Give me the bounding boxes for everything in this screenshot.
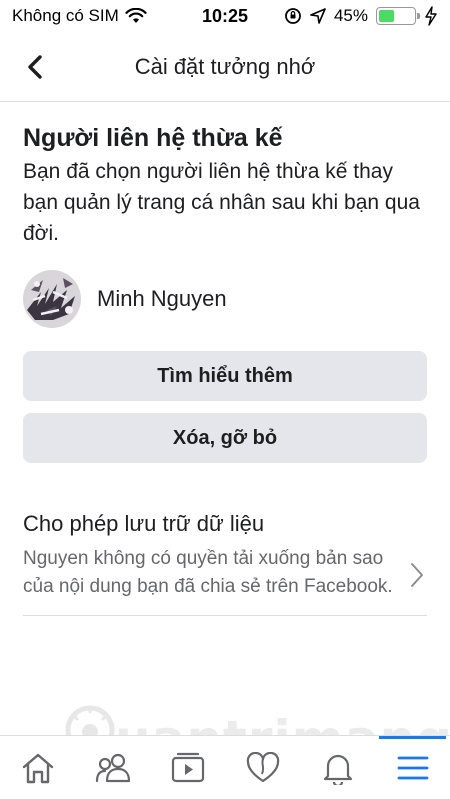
menu-icon — [397, 756, 428, 779]
permission-description: Nguyen không có quyền tải xuống bản sao … — [23, 548, 393, 597]
dating-icon — [246, 751, 279, 782]
tab-dating[interactable] — [225, 736, 300, 799]
navigation-bar: Cài đặt tưởng nhớ — [0, 32, 450, 102]
legacy-contact-heading: Người liên hệ thừa kế — [23, 124, 283, 152]
legacy-contact-description: Bạn đã chọn người liên hệ thừa kế thay b… — [23, 160, 420, 245]
tab-home[interactable] — [0, 736, 75, 799]
bottom-tab-bar — [0, 735, 450, 799]
remove-contact-button[interactable]: Xóa, gỡ bỏ — [23, 413, 427, 463]
watch-icon — [171, 752, 204, 782]
battery-icon — [376, 7, 420, 25]
notifications-icon — [323, 754, 352, 785]
memorial-settings-content: Người liên hệ thừa kế Bạn đã chọn người … — [0, 102, 450, 616]
tab-friends[interactable] — [75, 736, 150, 799]
avatar — [23, 270, 81, 328]
learn-more-button[interactable]: Tìm hiểu thêm — [23, 351, 427, 401]
chevron-right-icon — [411, 563, 423, 587]
contact-name: Minh Nguyen — [97, 286, 227, 311]
tab-notifications[interactable] — [300, 736, 375, 799]
permission-title: Cho phép lưu trữ dữ liệu — [23, 511, 265, 536]
back-button[interactable] — [18, 50, 52, 84]
location-icon — [310, 8, 326, 24]
carrier-label: Không có SIM — [12, 6, 119, 25]
chevron-left-icon — [28, 55, 42, 79]
tab-menu[interactable] — [375, 736, 450, 799]
charging-icon — [425, 6, 437, 26]
wifi-icon — [125, 8, 147, 23]
data-download-permission-row[interactable]: Cho phép lưu trữ dữ liệu Nguyen không có… — [23, 509, 427, 616]
friends-icon — [95, 753, 130, 782]
orientation-lock-icon — [285, 8, 301, 24]
status-bar: Không có SIM 10:25 45% — [0, 0, 450, 32]
tab-watch[interactable] — [150, 736, 225, 799]
home-icon — [22, 753, 53, 783]
page-title: Cài đặt tưởng nhớ — [134, 53, 316, 79]
legacy-contact-row[interactable]: Minh Nguyen — [23, 269, 427, 329]
battery-percent: 45% — [333, 6, 368, 25]
